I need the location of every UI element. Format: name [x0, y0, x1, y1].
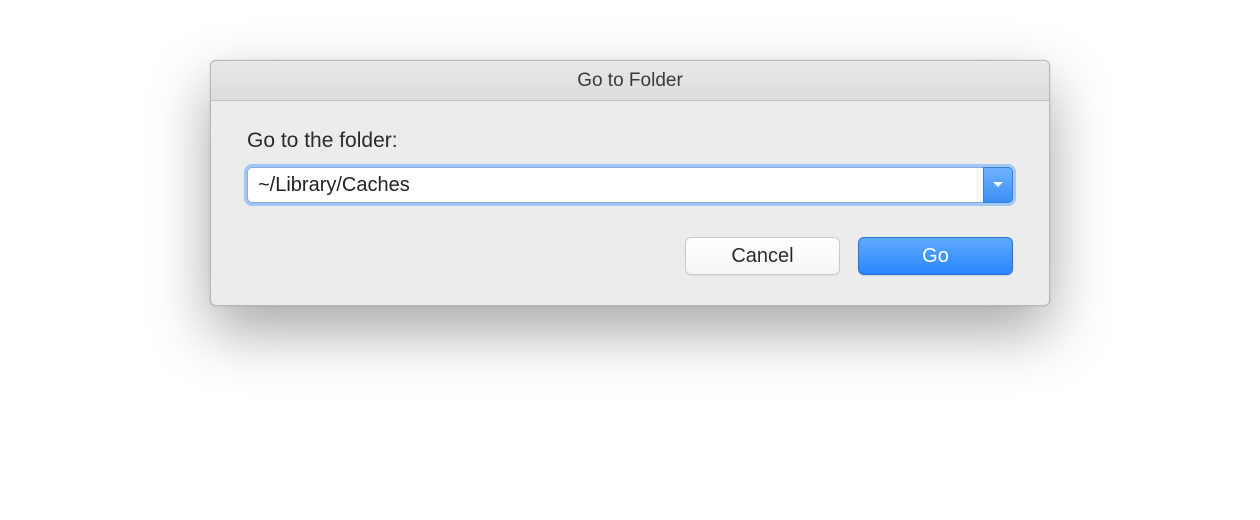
dialog-button-row: Cancel Go [247, 237, 1013, 275]
dialog-content: Go to the folder: Cancel Go [211, 101, 1049, 305]
cancel-button[interactable]: Cancel [685, 237, 840, 275]
folder-label: Go to the folder: [247, 129, 1013, 153]
go-button[interactable]: Go [858, 237, 1013, 275]
go-to-folder-dialog: Go to Folder Go to the folder: Cancel Go [210, 60, 1050, 306]
chevron-down-icon [992, 176, 1004, 194]
dialog-title: Go to Folder [577, 70, 683, 92]
path-combobox [247, 167, 1013, 203]
go-button-label: Go [922, 245, 949, 268]
path-field-row [247, 167, 1013, 203]
path-dropdown-button[interactable] [983, 167, 1013, 203]
cancel-button-label: Cancel [731, 245, 793, 268]
dialog-titlebar: Go to Folder [211, 61, 1049, 101]
path-input[interactable] [247, 167, 983, 203]
